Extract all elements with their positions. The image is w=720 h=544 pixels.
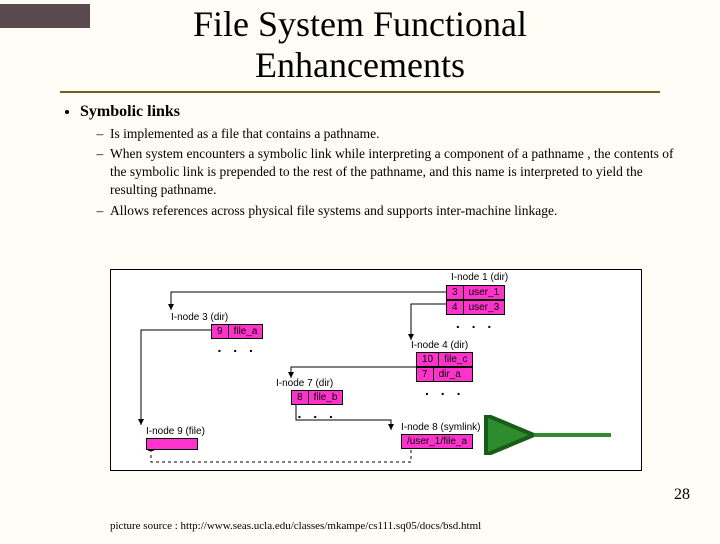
inode7-label: I-node 7 (dir) xyxy=(276,378,333,389)
bullet-item: Is implemented as a file that contains a… xyxy=(110,125,680,143)
bullet-item: When system encounters a symbolic link w… xyxy=(110,145,680,200)
slide-content: Symbolic links Is implemented as a file … xyxy=(40,103,680,220)
corner-decoration xyxy=(0,4,90,28)
inode8-label: I-node 8 (symlink) xyxy=(401,422,480,433)
inode3-label: I-node 3 (dir) xyxy=(171,312,228,323)
inode1-label: I-node 1 (dir) xyxy=(451,272,508,283)
heading-text: Symbolic links xyxy=(80,103,180,120)
slide-title: File System Functional Enhancements xyxy=(60,4,660,93)
page-number: 28 xyxy=(674,486,690,504)
title-line-2: Enhancements xyxy=(255,45,465,85)
section-heading: Symbolic links Is implemented as a file … xyxy=(80,103,680,220)
bullet-item: Allows references across physical file s… xyxy=(110,202,680,220)
footer-source: picture source : http://www.seas.ucla.ed… xyxy=(110,520,481,532)
inode-diagram: I-node 1 (dir) 3user_1 4user_3 . . . I-n… xyxy=(110,269,642,471)
inode9-label: I-node 9 (file) xyxy=(146,426,205,437)
title-line-1: File System Functional xyxy=(193,4,527,44)
inode4-label: I-node 4 (dir) xyxy=(411,340,468,351)
